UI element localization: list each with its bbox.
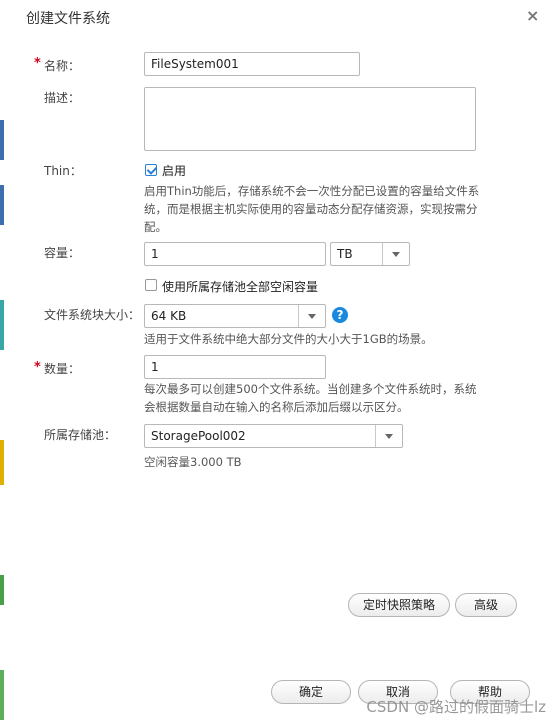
dialog-title: 创建文件系统: [26, 11, 110, 27]
quantity-input[interactable]: [144, 355, 326, 379]
create-filesystem-dialog: 创建文件系统 × * 名称： 描述： Thin： 启用 启用Thin功能后，存储…: [4, 0, 552, 724]
description-textarea[interactable]: [144, 87, 476, 151]
storage-pool-label: 所属存储池：: [44, 428, 117, 442]
chevron-down-icon: [375, 425, 402, 447]
storage-pool-free-capacity: 空闲容量3.000 TB: [144, 455, 242, 469]
quantity-required-mark: *: [34, 360, 41, 375]
watermark-text: CSDN @路过的假面骑士lz: [366, 698, 546, 716]
name-label: 名称：: [44, 59, 81, 73]
capacity-input[interactable]: [144, 242, 326, 266]
block-size-help-text: 适用于文件系统中绝大部分文件的大小大于1GB的场景。: [144, 332, 433, 346]
name-required-mark: *: [34, 56, 41, 71]
chevron-down-icon: [382, 243, 409, 265]
help-question-icon[interactable]: ?: [332, 307, 348, 323]
use-all-capacity-checkbox[interactable]: [145, 279, 157, 291]
chevron-down-icon: [298, 305, 325, 327]
quantity-label: 数量：: [44, 362, 81, 376]
thin-label: Thin：: [44, 164, 82, 178]
close-icon[interactable]: ×: [526, 6, 539, 25]
description-label: 描述：: [44, 91, 81, 105]
snapshot-policy-button[interactable]: 定时快照策略: [348, 593, 450, 617]
thin-enable-label: 启用: [162, 164, 187, 178]
capacity-unit-select[interactable]: TB: [330, 242, 410, 266]
thin-help-text: 启用Thin功能后，存储系统不会一次性分配已设置的容量给文件系统，而是根据主机实…: [144, 184, 480, 234]
name-input[interactable]: [144, 52, 360, 76]
block-size-value: 64 KB: [151, 309, 187, 323]
capacity-unit-value: TB: [337, 247, 353, 261]
capacity-label: 容量：: [44, 246, 81, 260]
ok-button[interactable]: 确定: [271, 680, 351, 704]
quantity-help-text: 每次最多可以创建500个文件系统。当创建多个文件系统时，系统会根据数量自动在输入…: [144, 382, 477, 414]
storage-pool-select[interactable]: StoragePool002: [144, 424, 403, 448]
block-size-select[interactable]: 64 KB: [144, 304, 326, 328]
storage-pool-value: StoragePool002: [151, 429, 246, 443]
advanced-button[interactable]: 高级: [455, 593, 517, 617]
thin-enable-checkbox[interactable]: [145, 164, 157, 176]
use-all-capacity-label: 使用所属存储池全部空闲容量: [162, 280, 319, 294]
block-size-label: 文件系统块大小：: [44, 308, 141, 322]
